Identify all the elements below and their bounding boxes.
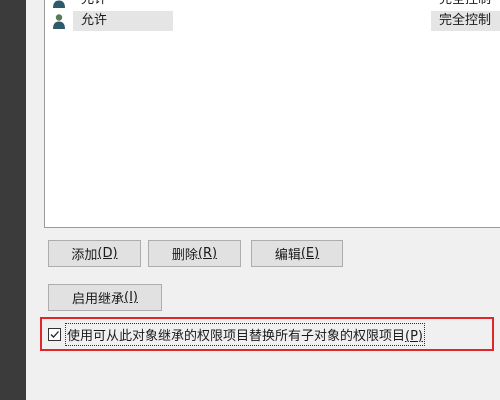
- enable-inheritance-button[interactable]: 启用继承 (I): [48, 284, 162, 311]
- add-button-mnemonic: (D): [97, 246, 118, 261]
- edit-button[interactable]: 编辑 (E): [251, 240, 343, 267]
- remove-button-label: 删除: [171, 248, 198, 263]
- entry-type: 允许: [73, 0, 173, 10]
- add-button-label: 添加: [71, 248, 98, 263]
- permission-entry-row[interactable]: 允许 完全控制: [45, 0, 500, 10]
- user-icon: [51, 13, 67, 29]
- edit-button-label: 编辑: [274, 248, 301, 263]
- permission-entries-list[interactable]: 允许 完全控制 允许 完全控制: [44, 0, 500, 228]
- advanced-security-dialog: 允许 完全控制 允许 完全控制 添加(D) 删除(R) 编辑(E) 启用继承(I…: [26, 0, 500, 400]
- replace-child-permissions-option[interactable]: 使用可从此对象继承的权限项目替换所有子对象的权限项目(P): [40, 317, 494, 351]
- replace-child-permissions-label[interactable]: 使用可从此对象继承的权限项目替换所有子对象的权限项目(P): [65, 322, 425, 346]
- replace-child-permissions-checkbox[interactable]: [48, 327, 61, 341]
- enable-inheritance-mnemonic: (I): [124, 290, 138, 305]
- entry-access: 完全控制: [431, 0, 500, 10]
- remove-button[interactable]: 删除 (R): [148, 240, 241, 267]
- user-icon: [51, 0, 67, 8]
- add-button[interactable]: 添加 (D): [48, 240, 141, 267]
- enable-inheritance-label: 启用继承: [72, 292, 125, 307]
- remove-button-mnemonic: (R): [197, 246, 218, 261]
- entry-type: 允许: [73, 11, 173, 31]
- replace-child-permissions-mnemonic: (P): [405, 328, 423, 344]
- edit-button-mnemonic: (E): [300, 246, 320, 261]
- check-icon: [50, 330, 59, 338]
- background-window-edge: [0, 0, 26, 400]
- replace-child-permissions-text: 使用可从此对象继承的权限项目替换所有子对象的权限项目: [67, 328, 406, 344]
- permission-entry-row[interactable]: 允许 完全控制: [45, 11, 500, 31]
- entry-access: 完全控制: [431, 11, 500, 31]
